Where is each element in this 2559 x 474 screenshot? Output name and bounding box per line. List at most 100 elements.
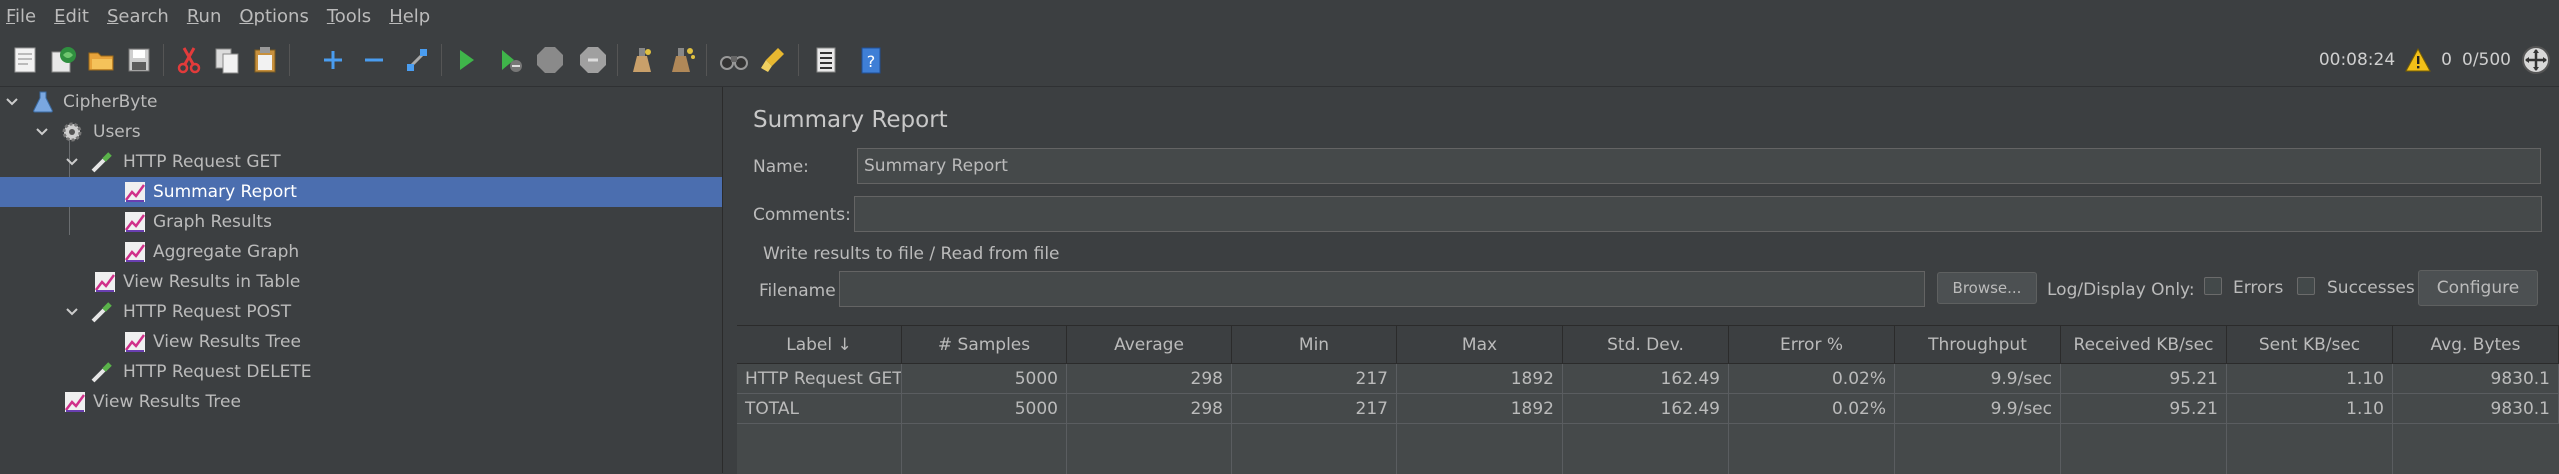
column-header-error-pct[interactable]: Error % [1729,326,1895,364]
table-row[interactable]: HTTP Request GET 5000 298 217 1892 162.4… [737,364,2559,394]
column-header-sent[interactable]: Sent KB/sec [2227,326,2393,364]
column-header-received[interactable]: Received KB/sec [2061,326,2227,364]
filename-input[interactable] [839,271,1925,307]
reset-search-icon[interactable] [756,42,792,78]
tree-node-graph-results[interactable]: Graph Results [0,207,722,237]
chevron-down-icon[interactable] [5,95,19,109]
column-header-average[interactable]: Average [1067,326,1232,364]
table-header: Label ↓ # Samples Average Min Max Std. D… [737,326,2559,364]
menu-search[interactable]: Search [98,0,178,34]
templates-icon[interactable] [45,42,81,78]
column-header-throughput[interactable]: Throughput [1895,326,2061,364]
menu-label: ptions [253,6,309,27]
menu-help[interactable]: Help [380,0,439,34]
stop-icon[interactable] [532,42,568,78]
start-icon[interactable] [448,42,484,78]
warning-icon[interactable] [2405,47,2432,73]
tree-node-aggregate-graph[interactable]: Aggregate Graph [0,237,722,267]
tree-node-label: View Results Tree [153,332,301,352]
tree-node-label: Summary Report [153,182,297,202]
column-header-samples[interactable]: # Samples [902,326,1067,364]
active-threads: 0/500 [2462,50,2511,70]
tree-node-thread-group[interactable]: Users [0,117,722,147]
browse-button[interactable]: Browse... [1937,272,2037,304]
menu-options[interactable]: Options [230,0,317,34]
successes-checkbox[interactable] [2297,277,2315,295]
menu-bar: File Edit Search Run Options Tools Help [0,0,2559,34]
comments-label: Comments: [753,205,851,225]
comments-field[interactable] [854,196,2542,232]
cut-icon[interactable] [171,42,207,78]
expand-all-icon[interactable] [315,42,351,78]
tree-node-sampler-delete[interactable]: HTTP Request DELETE [0,357,722,387]
tree-node-label: CipherByte [63,92,158,112]
tree-node-results-tree[interactable]: View Results Tree [0,387,722,417]
log-display-label: Log/Display Only: [2047,280,2195,300]
tree-node-sampler-get[interactable]: HTTP Request GET [0,147,722,177]
menu-mnemonic: O [239,6,254,27]
table-cell: 95.21 [2061,394,2227,424]
menu-file[interactable]: File [0,0,45,34]
menu-run[interactable]: Run [178,0,231,34]
save-icon[interactable] [121,42,157,78]
tree-node-results-tree[interactable]: View Results Tree [0,327,722,357]
errors-checkbox[interactable] [2204,277,2222,295]
menu-edit[interactable]: Edit [45,0,98,34]
menu-mnemonic: T [326,6,335,27]
toggle-icon[interactable] [399,42,435,78]
remote-engines-icon[interactable] [2521,45,2551,75]
split-pane-divider[interactable] [722,87,738,473]
copy-icon[interactable] [209,42,245,78]
shutdown-icon[interactable] [575,42,611,78]
menu-label: ile [15,6,37,27]
clear-all-icon[interactable] [664,42,700,78]
help-icon[interactable]: ? [852,42,888,78]
chevron-down-icon[interactable] [65,155,79,169]
panel-title: Summary Report [753,107,948,133]
tree-node-label: Graph Results [153,212,272,232]
summary-table: Label ↓ # Samples Average Min Max Std. D… [737,325,2559,474]
chevron-down-icon[interactable] [65,305,79,319]
table-cell: 298 [1067,364,1232,394]
paste-icon[interactable] [247,42,283,78]
tree-node-label: Aggregate Graph [153,242,300,262]
tree-node-results-table[interactable]: View Results in Table [0,267,722,297]
configure-button[interactable]: Configure [2418,270,2538,306]
column-header-std-dev[interactable]: Std. Dev. [1563,326,1729,364]
column-header-label[interactable]: Label ↓ [737,326,902,364]
menu-mnemonic: H [389,6,403,27]
function-helper-icon[interactable] [808,42,844,78]
table-cell: TOTAL [737,394,902,424]
pipette-icon [91,152,112,173]
start-no-pauses-icon[interactable] [492,42,528,78]
clear-icon[interactable] [623,42,659,78]
tree-node-label: View Results Tree [93,392,241,412]
table-cell: 1.10 [2227,364,2393,394]
column-header-avg-bytes[interactable]: Avg. Bytes [2393,326,2559,364]
table-cell: 1892 [1397,394,1563,424]
menu-tools[interactable]: Tools [318,0,380,34]
open-folder-icon[interactable] [83,42,119,78]
chevron-down-icon[interactable] [35,125,49,139]
status-area: 00:08:24 0 0/500 [2319,34,2551,86]
menu-mnemonic: S [106,6,119,27]
flask-icon [33,91,53,113]
warning-count: 0 [2441,50,2452,70]
menu-label: ools [334,6,372,27]
tree-node-sampler-post[interactable]: HTTP Request POST [0,297,722,327]
column-header-max[interactable]: Max [1397,326,1563,364]
tree-node-test-plan[interactable]: CipherByte [0,87,722,117]
tree-node-summary-report[interactable]: Summary Report [0,177,722,207]
new-template-icon[interactable] [7,42,43,78]
column-header-min[interactable]: Min [1232,326,1397,364]
chart-listener-icon [125,242,146,262]
binoculars-icon[interactable] [716,42,752,78]
collapse-all-icon[interactable] [356,42,392,78]
table-row[interactable]: TOTAL 5000 298 217 1892 162.49 0.02% 9.9… [737,394,2559,424]
name-field[interactable]: Summary Report [857,148,2541,184]
table-cell: 298 [1067,394,1232,424]
filename-label: Filename [759,281,836,301]
chart-listener-icon [125,332,146,352]
pipette-icon [91,362,112,383]
tree-node-label: HTTP Request POST [123,302,292,322]
